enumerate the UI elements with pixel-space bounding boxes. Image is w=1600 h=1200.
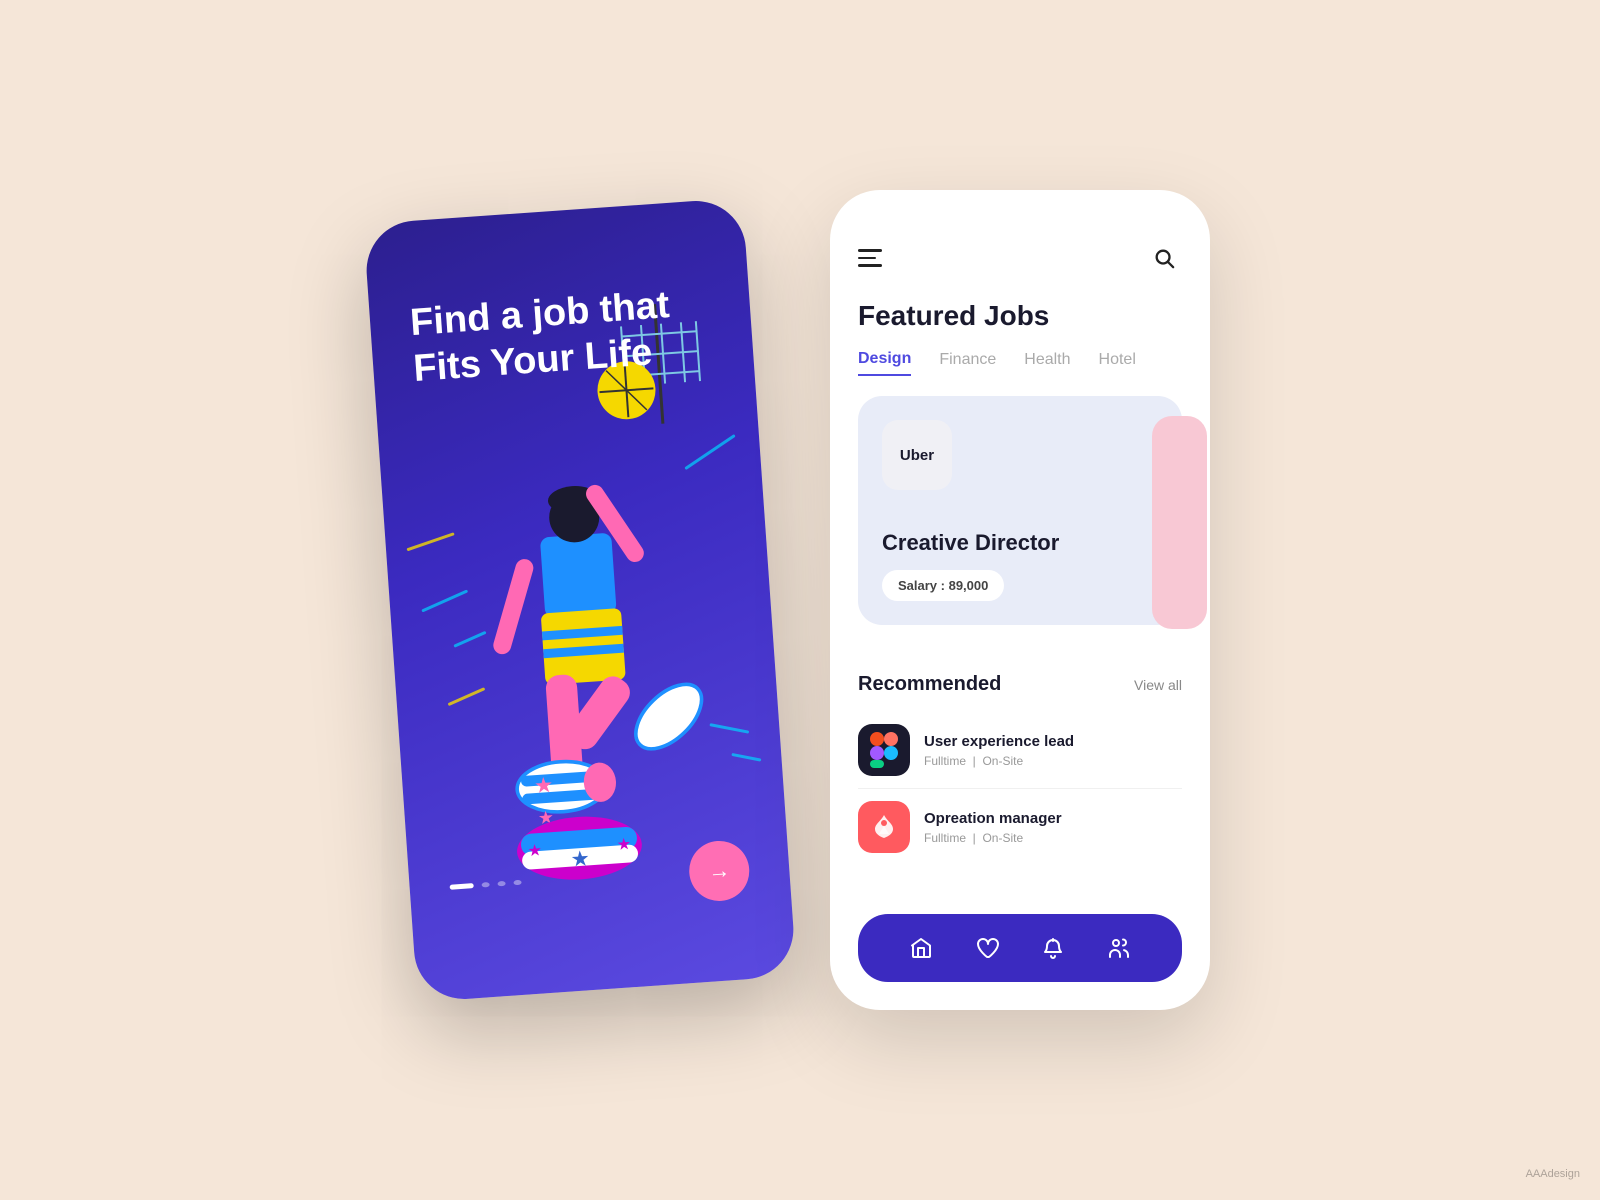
figma-icon-box	[858, 724, 910, 776]
recommended-section: Recommended View all	[858, 673, 1182, 865]
heart-icon	[975, 936, 999, 960]
hamburger-line-3	[858, 264, 882, 267]
left-phone: Find a job that Fits Your Life	[363, 198, 796, 1003]
search-button[interactable]	[1146, 240, 1182, 276]
next-arrow-icon: →	[707, 857, 731, 884]
phones-container: Find a job that Fits Your Life	[390, 190, 1210, 1010]
tab-hotel[interactable]: Hotel	[1099, 351, 1136, 375]
job-info-1: User experience lead Fulltime | On-Site	[924, 733, 1074, 768]
svg-text:★: ★	[570, 846, 591, 871]
featured-card[interactable]: Uber Creative Director Salary : 89,000	[858, 396, 1182, 625]
dot-2	[481, 882, 489, 888]
featured-card-wrapper: Uber Creative Director Salary : 89,000	[858, 396, 1182, 649]
nav-notifications[interactable]	[1035, 930, 1071, 966]
home-icon	[909, 936, 933, 960]
nav-profile[interactable]	[1101, 930, 1137, 966]
salary-badge: Salary : 89,000	[882, 570, 1004, 601]
job-details-2: Fulltime | On-Site	[924, 831, 1062, 845]
phone-right-header	[858, 240, 1182, 276]
airbnb-icon-box	[858, 801, 910, 853]
dot-4	[513, 880, 521, 886]
tab-design[interactable]: Design	[858, 350, 911, 376]
company-name: Uber	[900, 447, 934, 464]
bell-icon	[1041, 936, 1065, 960]
bottom-nav	[858, 914, 1182, 982]
recommended-title: Recommended	[858, 673, 1001, 696]
search-icon	[1153, 247, 1175, 269]
job-list-item-2[interactable]: Opreation manager Fulltime | On-Site	[858, 788, 1182, 865]
job-title-1: User experience lead	[924, 733, 1074, 750]
svg-text:★: ★	[616, 835, 632, 854]
view-all-link[interactable]: View all	[1134, 677, 1182, 693]
job-details-1: Fulltime | On-Site	[924, 754, 1074, 768]
menu-button[interactable]	[858, 249, 882, 267]
svg-text:★: ★	[533, 773, 554, 798]
hamburger-line-2	[858, 257, 876, 260]
job-list-item-1[interactable]: User experience lead Fulltime | On-Site	[858, 712, 1182, 788]
job-title: Creative Director	[882, 530, 1158, 556]
tab-finance[interactable]: Finance	[939, 351, 996, 375]
figma-logo-icon	[870, 732, 898, 768]
right-phone: Featured Jobs Design Finance Health Hote…	[830, 190, 1210, 1010]
hamburger-line-1	[858, 249, 882, 252]
job-info-2: Opreation manager Fulltime | On-Site	[924, 810, 1062, 845]
job-title-2: Opreation manager	[924, 810, 1062, 827]
watermark: AAAdesign	[1526, 1168, 1580, 1180]
airbnb-logo-icon	[869, 812, 899, 842]
nav-favorites[interactable]	[969, 930, 1005, 966]
featured-title: Featured Jobs	[858, 300, 1182, 332]
people-icon	[1107, 936, 1131, 960]
nav-home[interactable]	[903, 930, 939, 966]
company-logo: Uber	[882, 420, 952, 490]
svg-text:★: ★	[527, 841, 543, 860]
dot-3	[497, 881, 505, 887]
category-tabs: Design Finance Health Hotel	[858, 350, 1182, 376]
next-card-peek	[1152, 416, 1207, 629]
recommended-header: Recommended View all	[858, 673, 1182, 696]
tab-health[interactable]: Health	[1024, 351, 1070, 375]
